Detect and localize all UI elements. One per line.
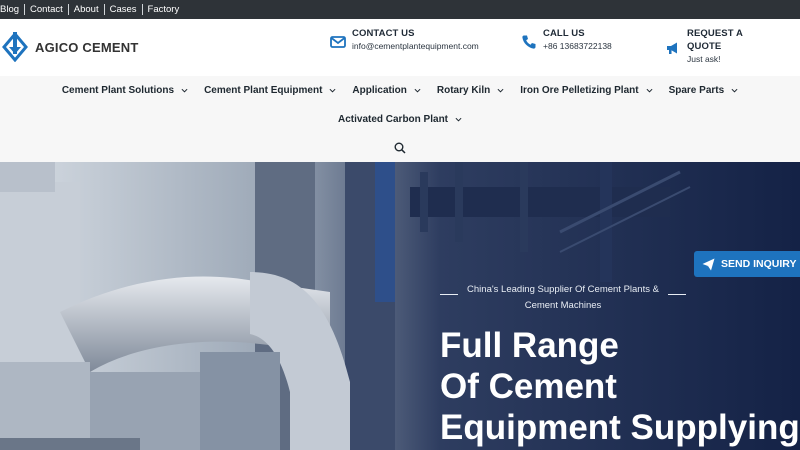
nav-item-label: Iron Ore Pelletizing Plant	[520, 84, 639, 96]
megaphone-icon	[667, 42, 677, 54]
hero-headline: Full Range Of Cement Equipment Supplying	[440, 325, 800, 448]
nav-item-label: Cement Plant Equipment	[204, 84, 323, 96]
chevron-down-icon	[181, 88, 188, 93]
phone-number[interactable]: +86 13683722138	[543, 40, 612, 53]
contact-email[interactable]: info@cementplantequipment.com	[352, 40, 479, 53]
send-inquiry-label: SEND INQUIRY	[721, 258, 797, 270]
tagline-line-2: Cement Machines	[524, 300, 602, 311]
quote-title-line-2: QUOTE	[687, 41, 722, 52]
topbar-link-cases[interactable]: Cases	[105, 0, 142, 19]
chevron-down-icon	[329, 88, 336, 93]
nav-item-label: Application	[352, 84, 407, 96]
headline-line-2: Of Cement	[440, 367, 617, 406]
hero-banner: China's Leading Supplier Of Cement Plant…	[0, 162, 800, 450]
paper-plane-icon	[702, 258, 715, 270]
contact-phone-block[interactable]: CALL US +86 13683722138	[521, 27, 612, 53]
nav-row-1: Cement Plant Solutions Cement Plant Equi…	[0, 76, 800, 104]
tagline-right-rule	[668, 294, 686, 295]
topbar-link-blog[interactable]: Blog	[0, 0, 24, 19]
call-title: CALL US	[543, 28, 585, 39]
headline-line-3: Equipment Supplying	[440, 408, 800, 447]
top-bar: Blog Contact About Cases Factory	[0, 0, 800, 19]
tagline-left-rule	[440, 294, 458, 295]
send-inquiry-button[interactable]: SEND INQUIRY	[694, 251, 800, 277]
topbar-link-about[interactable]: About	[69, 0, 104, 19]
nav-item-label: Activated Carbon Plant	[337, 113, 449, 125]
nav-item-application[interactable]: Application	[344, 85, 428, 96]
tagline-line-1: China's Leading Supplier Of Cement Plant…	[467, 284, 659, 295]
nav-item-cement-plant-equipment[interactable]: Cement Plant Equipment	[196, 85, 344, 96]
nav-item-iron-ore-pelletizing-plant[interactable]: Iron Ore Pelletizing Plant	[512, 85, 660, 96]
brand-name: AGICO CEMENT	[35, 39, 139, 55]
logo-mark-icon	[2, 32, 28, 62]
chevron-down-icon	[497, 88, 504, 93]
topbar-link-factory[interactable]: Factory	[143, 0, 185, 19]
nav-item-cement-plant-solutions[interactable]: Cement Plant Solutions	[54, 85, 196, 96]
nav-row-2: Activated Carbon Plant	[0, 105, 800, 133]
envelope-icon	[330, 36, 346, 48]
topbar-link-contact[interactable]: Contact	[25, 0, 68, 19]
chevron-down-icon	[455, 117, 462, 122]
nav-item-rotary-kiln[interactable]: Rotary Kiln	[429, 85, 512, 96]
headline-line-1: Full Range	[440, 326, 619, 365]
contact-email-block[interactable]: CONTACT US info@cementplantequipment.com	[330, 27, 479, 53]
nav-item-label: Cement Plant Solutions	[61, 84, 175, 96]
search-icon[interactable]	[394, 142, 406, 154]
brand-logo[interactable]: AGICO CEMENT	[2, 32, 139, 62]
quote-subtext: Just ask!	[687, 54, 721, 64]
nav-item-label: Spare Parts	[668, 84, 725, 96]
nav-row-3	[0, 134, 800, 162]
contact-title: CONTACT US	[352, 28, 415, 39]
chevron-down-icon	[646, 88, 653, 93]
nav-item-activated-carbon-plant[interactable]: Activated Carbon Plant	[330, 114, 470, 125]
chevron-down-icon	[414, 88, 421, 93]
nav-item-label: Rotary Kiln	[436, 84, 491, 96]
request-quote-block[interactable]: REQUEST A QUOTE Just ask!	[665, 27, 743, 66]
quote-title-line-1: REQUEST A	[687, 28, 743, 39]
main-nav: Cement Plant Solutions Cement Plant Equi…	[0, 76, 800, 162]
phone-icon	[522, 35, 536, 49]
nav-item-spare-parts[interactable]: Spare Parts	[661, 85, 747, 96]
chevron-down-icon	[731, 88, 738, 93]
hero-tagline: China's Leading Supplier Of Cement Plant…	[440, 282, 686, 314]
site-header: AGICO CEMENT CONTACT US info@cementplant…	[0, 19, 800, 76]
